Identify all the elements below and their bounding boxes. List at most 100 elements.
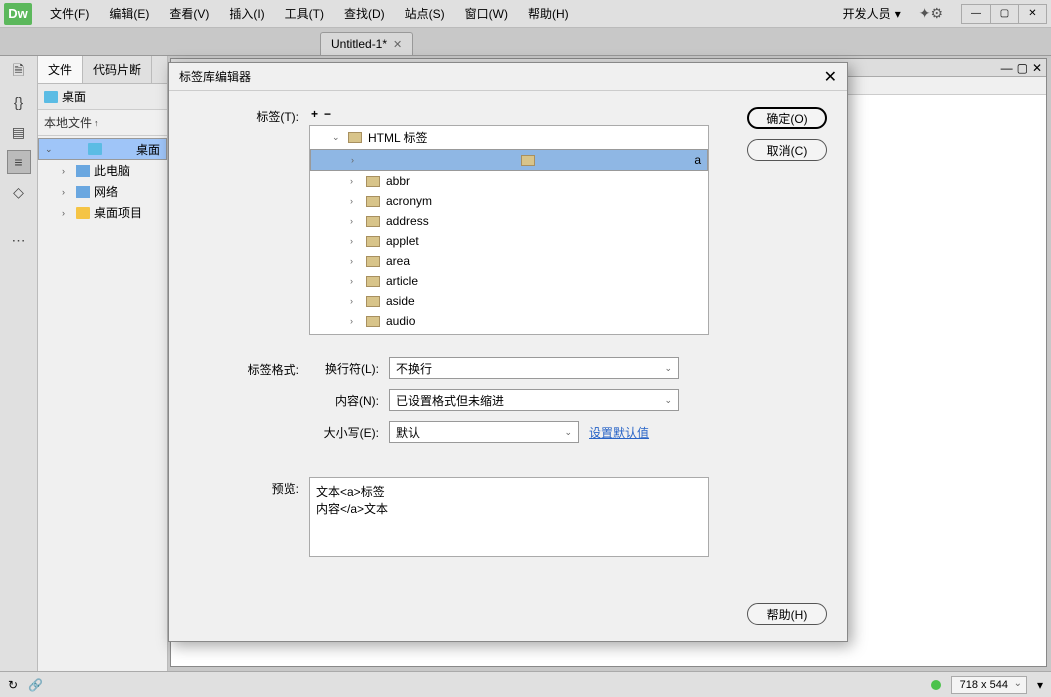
menu-insert[interactable]: 插入(I)	[219, 1, 274, 26]
tree-node[interactable]: ›audio	[310, 311, 708, 331]
left-toolstrip: 🗎 {} ▤ ≡ ◇ ⋯	[0, 56, 38, 671]
expand-icon[interactable]: ›	[350, 256, 360, 266]
inner-close[interactable]: ✕	[1032, 61, 1042, 75]
panel-site-selector[interactable]: 桌面	[38, 84, 167, 110]
expand-icon[interactable]: ›	[350, 236, 360, 246]
folder-icon	[76, 207, 90, 219]
folder-icon	[44, 91, 58, 103]
case-select[interactable]: 默认⌄	[389, 421, 579, 443]
help-button[interactable]: 帮助(H)	[747, 603, 827, 625]
menu-help[interactable]: 帮助(H)	[518, 1, 579, 26]
inner-maximize[interactable]: ▢	[1017, 61, 1028, 75]
sync-settings-icon[interactable]: ✦⚙	[913, 5, 949, 22]
expand-icon[interactable]: ›	[350, 296, 360, 306]
folder-icon	[366, 216, 380, 227]
tree-node-label: b	[386, 334, 393, 335]
css-icon[interactable]: ◇	[7, 180, 31, 204]
more-icon[interactable]: ⋯	[7, 228, 31, 252]
overflow-icon[interactable]: ▾	[1037, 678, 1043, 692]
insert-icon[interactable]: ≡	[7, 150, 31, 174]
collapse-icon[interactable]: ⌄	[45, 144, 55, 155]
expand-icon[interactable]: ›	[62, 187, 72, 197]
tree-node-a[interactable]: ›a	[310, 149, 708, 171]
menu-site[interactable]: 站点(S)	[395, 1, 455, 26]
tree-node[interactable]: ›address	[310, 211, 708, 231]
tree-row-desktop-items[interactable]: ›桌面项目	[38, 202, 167, 223]
close-button[interactable]: ✕	[1018, 5, 1046, 23]
menu-file[interactable]: 文件(F)	[40, 1, 99, 26]
folder-icon	[366, 236, 380, 247]
workspace-label: 开发人员	[843, 5, 891, 22]
close-tab-icon[interactable]: ✕	[393, 38, 402, 51]
expand-icon[interactable]: ›	[62, 166, 72, 176]
maximize-button[interactable]: ▢	[990, 5, 1018, 23]
expand-icon[interactable]: ›	[62, 208, 72, 218]
tree-node-label: HTML 标签	[368, 129, 428, 146]
code-icon[interactable]: {}	[7, 90, 31, 114]
document-tab[interactable]: Untitled-1* ✕	[320, 32, 413, 55]
document-tab-label: Untitled-1*	[331, 37, 387, 51]
local-files-header[interactable]: 本地文件↑	[38, 110, 167, 136]
refresh-icon[interactable]: ↻	[8, 678, 18, 692]
menu-window[interactable]: 窗口(W)	[455, 1, 518, 26]
expand-icon[interactable]: ›	[351, 155, 361, 165]
tree-label: 桌面	[136, 141, 160, 158]
file-icon[interactable]: 🗎	[7, 60, 31, 84]
tree-node-label: acronym	[386, 194, 432, 208]
tag-tree[interactable]: ⌄ HTML 标签 ›a › abbr › acronym ›address › app…	[309, 125, 709, 335]
tree-row-network[interactable]: ›网络	[38, 181, 167, 202]
tags-label: 标签(T):	[189, 105, 299, 125]
expand-icon[interactable]: ›	[350, 176, 360, 186]
collapse-icon[interactable]: ⌄	[332, 132, 342, 143]
set-default-link[interactable]: 设置默认值	[589, 424, 649, 441]
remove-tag-icon[interactable]: −	[324, 107, 331, 121]
tree-node[interactable]: › acronym	[310, 191, 708, 211]
tab-files[interactable]: 文件	[38, 56, 83, 83]
sync-icon[interactable]: 🔗	[28, 678, 43, 692]
expand-icon[interactable]: ›	[350, 196, 360, 206]
tree-node-label: abbr	[386, 174, 410, 188]
menu-find[interactable]: 查找(D)	[334, 1, 395, 26]
inner-minimize[interactable]: —	[1001, 61, 1013, 75]
status-indicator	[931, 680, 941, 690]
add-tag-icon[interactable]: +	[311, 107, 318, 121]
panel-root-label: 桌面	[62, 88, 86, 105]
linebreak-label: 换行符(L):	[309, 360, 379, 377]
dialog-close-icon[interactable]: ✕	[824, 67, 837, 87]
menu-view[interactable]: 查看(V)	[159, 1, 219, 26]
select-value: 已设置格式但未缩进	[396, 392, 504, 409]
format-section-label: 标签格式:	[189, 358, 299, 378]
tree-row-desktop[interactable]: ⌄ 桌面	[38, 138, 167, 160]
content-select[interactable]: 已设置格式但未缩进 ⌄	[389, 389, 679, 411]
cancel-button[interactable]: 取消(C)	[747, 139, 827, 161]
tree-row-this-pc[interactable]: ›此电脑	[38, 160, 167, 181]
select-value: 不换行	[396, 360, 432, 377]
viewport-size-selector[interactable]: 718 x 544	[951, 676, 1027, 694]
linebreak-select[interactable]: 不换行⌄	[389, 357, 679, 379]
expand-icon[interactable]: ›	[350, 216, 360, 226]
expand-icon[interactable]: ›	[350, 316, 360, 326]
tree-node[interactable]: ›article	[310, 271, 708, 291]
document-tab-bar: Untitled-1* ✕	[0, 28, 1051, 56]
minimize-button[interactable]: —	[962, 5, 990, 23]
tab-snippets[interactable]: 代码片断	[83, 56, 152, 83]
expand-icon[interactable]: ›	[350, 276, 360, 286]
tree-node[interactable]: › abbr	[310, 171, 708, 191]
network-icon	[76, 186, 90, 198]
workspace-switcher[interactable]: 开发人员 ▾	[837, 3, 907, 24]
folder-icon	[88, 143, 102, 155]
assets-icon[interactable]: ▤	[7, 120, 31, 144]
window-controls: — ▢ ✕	[961, 4, 1047, 24]
chevron-down-icon: ▾	[895, 7, 901, 21]
ok-button[interactable]: 确定(O)	[747, 107, 827, 129]
menu-edit[interactable]: 编辑(E)	[99, 1, 159, 26]
tree-node-label: applet	[386, 234, 419, 248]
tree-node-root[interactable]: ⌄ HTML 标签	[310, 126, 708, 149]
preview-line: 内容</a>文本	[316, 501, 702, 518]
tree-node[interactable]: ›aside	[310, 291, 708, 311]
tree-node[interactable]: ›area	[310, 251, 708, 271]
tree-node[interactable]: › applet	[310, 231, 708, 251]
menu-tools[interactable]: 工具(T)	[275, 1, 334, 26]
chevron-down-icon: ⌄	[664, 395, 672, 406]
tree-node[interactable]: ›b	[310, 331, 708, 335]
